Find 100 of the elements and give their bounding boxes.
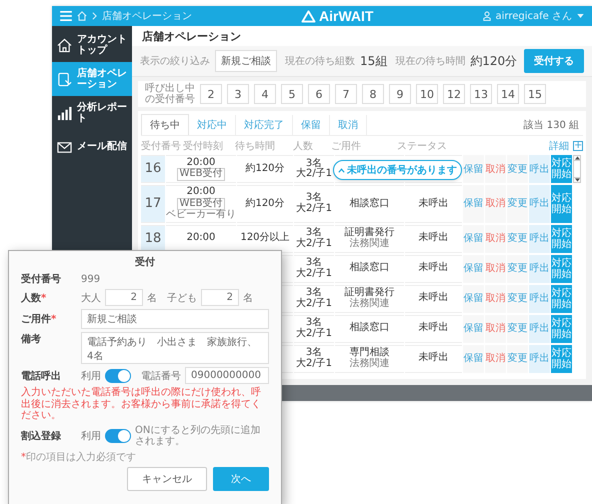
number-cell: 18 <box>141 224 165 252</box>
action-button[interactable]: 対応開始 <box>551 314 572 342</box>
status-text: 未呼出 <box>418 233 448 244</box>
menu-icon[interactable] <box>60 11 72 21</box>
adult-label: 大人 <box>81 292 101 304</box>
filter-field[interactable]: 新規ご相談 <box>215 50 277 72</box>
action-button[interactable]: 呼出 <box>529 344 550 372</box>
action-button[interactable]: 取消 <box>485 155 506 183</box>
home-icon[interactable] <box>77 11 87 21</box>
purpose-text: 相談窓口 <box>350 263 390 274</box>
scrollbar[interactable] <box>573 155 581 183</box>
toggle-switch[interactable] <box>105 368 131 382</box>
number-chip[interactable]: 8 <box>362 84 384 104</box>
purpose-category: 法務関連 <box>350 238 390 249</box>
action-button[interactable]: 呼出 <box>529 254 550 282</box>
purpose-text: 証明書発行 <box>344 228 394 238</box>
number-chip[interactable]: 3 <box>227 84 249 104</box>
action-button[interactable]: 変更 <box>507 314 528 342</box>
sidebar-item[interactable]: 分析レポート <box>52 96 132 130</box>
detail-link[interactable]: 詳細 <box>549 139 569 153</box>
action-button[interactable]: 取消 <box>485 254 506 282</box>
number-chip[interactable]: 10 <box>416 84 438 104</box>
page-title: 店舗オペレーション <box>142 28 241 44</box>
action-button[interactable]: 変更 <box>507 155 528 183</box>
tab[interactable]: 対応完了 <box>236 115 293 135</box>
action-button[interactable]: 対応開始 <box>551 254 572 282</box>
action-button[interactable]: 変更 <box>507 224 528 252</box>
user-icon <box>482 11 490 21</box>
toggle-switch[interactable] <box>105 428 131 442</box>
tab[interactable]: 待ち中 <box>141 114 189 135</box>
action-button[interactable]: 呼出 <box>529 224 550 252</box>
number-chip[interactable]: 2 <box>200 84 222 104</box>
sidebar-item[interactable]: 店舗オペレーション <box>52 62 132 96</box>
action-button[interactable]: 取消 <box>485 314 506 342</box>
number-chip[interactable]: 12 <box>443 84 465 104</box>
remarks-field[interactable]: 電話予約あり 小出さま 家族旅行、4名 <box>81 332 269 364</box>
action-button[interactable]: 呼出 <box>529 314 550 342</box>
number-cell: 17 <box>141 185 165 222</box>
user-menu[interactable]: airregicafe さん <box>496 9 572 23</box>
child-count-field[interactable]: 2 <box>201 289 239 306</box>
action-button[interactable]: 保留 <box>463 224 484 252</box>
envelope-icon <box>57 140 72 154</box>
action-button[interactable]: 変更 <box>507 185 528 222</box>
action-button[interactable]: 保留 <box>463 284 484 312</box>
number-chip[interactable]: 5 <box>281 84 303 104</box>
purpose-field[interactable]: 新規ご相談 <box>81 309 269 329</box>
number-chip[interactable]: 4 <box>254 84 276 104</box>
action-button[interactable]: 呼出 <box>529 155 550 183</box>
action-button[interactable]: 変更 <box>507 344 528 372</box>
add-button[interactable]: + <box>573 141 583 151</box>
time-text: 20:00 <box>186 233 216 244</box>
action-button[interactable]: 保留 <box>463 254 484 282</box>
number-chip[interactable]: 7 <box>335 84 357 104</box>
action-button[interactable]: 変更 <box>507 254 528 282</box>
next-button[interactable]: 次へ <box>213 466 269 490</box>
number-chip[interactable]: 13 <box>470 84 492 104</box>
number-chip[interactable]: 15 <box>524 84 546 104</box>
action-button[interactable]: 対応開始 <box>551 344 572 372</box>
people-count: 3名 <box>306 228 322 238</box>
people-count: 3名 <box>306 288 322 298</box>
sidebar-item[interactable]: アカウントトップ <box>52 28 132 62</box>
scrollbar-thumb[interactable] <box>573 160 581 178</box>
action-button[interactable]: 保留 <box>463 185 484 222</box>
people-breakdown: 大2/子1 <box>296 238 332 249</box>
sidebar-item[interactable]: メール配信 <box>52 130 132 164</box>
action-button[interactable]: 呼出 <box>529 185 550 222</box>
action-button[interactable]: 保留 <box>463 155 484 183</box>
dialog-title: 受付 <box>134 256 156 270</box>
adult-count-field[interactable]: 2 <box>105 289 143 306</box>
source-tag: WEB受付 <box>177 198 225 210</box>
wait-time: 120分以上 <box>240 233 290 244</box>
caret-icon[interactable] <box>577 14 584 18</box>
action-button[interactable]: 保留 <box>463 344 484 372</box>
number-chip[interactable]: 14 <box>497 84 519 104</box>
action-button[interactable]: 取消 <box>485 185 506 222</box>
action-button[interactable]: 対応開始 <box>551 155 572 183</box>
action-button[interactable]: 取消 <box>485 284 506 312</box>
tab[interactable]: 取消 <box>330 115 367 135</box>
action-button[interactable]: 取消 <box>485 344 506 372</box>
reception-button[interactable]: 受付する <box>524 49 584 73</box>
tab[interactable]: 対応中 <box>189 115 236 135</box>
number-chip[interactable]: 6 <box>308 84 330 104</box>
breadcrumb-link[interactable]: 店舗オペレーション <box>102 9 192 23</box>
action-button[interactable]: 変更 <box>507 284 528 312</box>
status-text: 未呼出 <box>418 263 448 274</box>
number-chip[interactable]: 9 <box>389 84 411 104</box>
tablet-icon <box>57 72 72 86</box>
column-header: 待ち時間 <box>235 140 276 153</box>
action-button[interactable]: 対応開始 <box>551 224 572 252</box>
action-button[interactable]: 取消 <box>485 224 506 252</box>
phone-field[interactable]: 09000000000 <box>185 367 269 384</box>
time-text: 20:00 <box>186 187 216 198</box>
tab[interactable]: 保留 <box>293 115 330 135</box>
action-button[interactable]: 対応開始 <box>551 284 572 312</box>
unit-label: 名 <box>147 292 157 304</box>
cancel-button[interactable]: キャンセル <box>127 466 207 490</box>
action-button[interactable]: 保留 <box>463 314 484 342</box>
notice-pill[interactable]: 未呼出の番号があります <box>333 160 462 180</box>
action-button[interactable]: 対応開始 <box>551 185 572 222</box>
action-button[interactable]: 呼出 <box>529 284 550 312</box>
